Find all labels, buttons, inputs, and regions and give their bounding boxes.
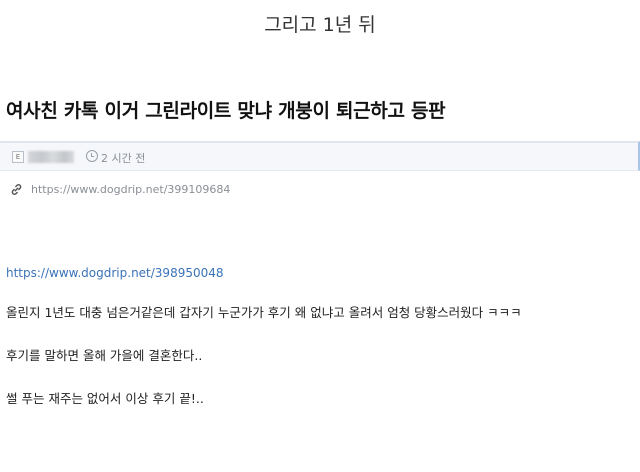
body-reference-link[interactable]: https://www.dogdrip.net/398950048	[6, 266, 224, 280]
post-time: 2 시간 전	[101, 152, 146, 165]
link-icon	[11, 184, 22, 195]
clock-icon	[86, 150, 98, 162]
source-url-link[interactable]: https://www.dogdrip.net/399109684	[31, 183, 230, 196]
post-title: 여사친 카톡 이거 그린라이트 맞냐 개붕이 퇴근하고 등판	[6, 100, 446, 122]
body-text-line: 썰 푸는 재주는 없어서 이상 후기 끝!..	[6, 391, 204, 406]
avatar[interactable]: E	[12, 151, 24, 163]
author-name-blurred[interactable]	[28, 151, 74, 163]
post-meta-bar: E 2 시간 전	[0, 141, 640, 171]
body-text-line: 올린지 1년도 대충 넘은거같은데 갑자기 누군가가 후기 왜 없냐고 올려서 …	[6, 305, 522, 320]
body-text-line: 후기를 말하면 올해 가을에 결혼한다..	[6, 348, 203, 363]
video-caption: 그리고 1년 뒤	[264, 14, 376, 36]
